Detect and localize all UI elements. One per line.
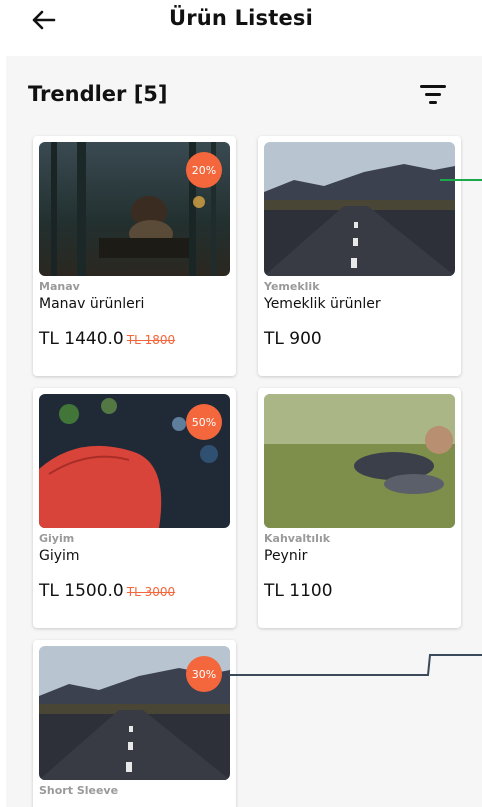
discount-badge: 30% bbox=[186, 656, 222, 692]
product-category: Manav bbox=[39, 280, 80, 293]
filter-icon[interactable] bbox=[418, 82, 448, 108]
page-title: Ürün Listesi bbox=[168, 6, 314, 30]
product-card-kahvaltilik[interactable]: Kahvaltılık Peynir TL 1100 bbox=[258, 388, 461, 628]
product-price: TL 900 bbox=[264, 329, 322, 349]
product-category: Giyim bbox=[39, 532, 75, 545]
product-list-panel: Trendler [5] 20% Manav Manav ürünleri TL… bbox=[6, 56, 482, 807]
current-price: TL 1500.0 bbox=[39, 581, 124, 601]
product-name: Manav ürünleri bbox=[39, 296, 145, 312]
app-bar: Ürün Listesi bbox=[0, 0, 482, 56]
product-price: TL 1440.0 TL 1800 bbox=[39, 329, 175, 349]
product-card-yemeklik[interactable]: Yemeklik Yemeklik ürünler TL 900 bbox=[258, 136, 461, 376]
product-image-road: 30% bbox=[39, 646, 230, 780]
discount-badge: 20% bbox=[186, 152, 222, 188]
annotation-connector-dark bbox=[228, 654, 482, 676]
product-category: Kahvaltılık bbox=[264, 532, 331, 545]
old-price: TL 3000 bbox=[126, 585, 176, 599]
product-card-manav[interactable]: 20% Manav Manav ürünleri TL 1440.0 TL 180… bbox=[33, 136, 236, 376]
product-name: Giyim bbox=[39, 548, 80, 564]
product-category: Yemeklik bbox=[264, 280, 320, 293]
product-image-forest: 20% bbox=[39, 142, 230, 276]
product-image-road bbox=[264, 142, 455, 276]
old-price: TL 1800 bbox=[126, 333, 176, 347]
product-name: Yemeklik ürünler bbox=[264, 296, 381, 312]
discount-badge: 50% bbox=[186, 404, 222, 440]
product-image-umbrella: 50% bbox=[39, 394, 230, 528]
product-card-giyim[interactable]: 50% Giyim Giyim TL 1500.0 TL 3000 bbox=[33, 388, 236, 628]
current-price: TL 1440.0 bbox=[39, 329, 124, 349]
product-card-short-sleeve[interactable]: 30% Short Sleeve bbox=[33, 640, 236, 807]
product-category: Short Sleeve bbox=[39, 784, 119, 797]
product-name: Peynir bbox=[264, 548, 308, 564]
section-title: Trendler [5] bbox=[28, 82, 168, 106]
product-price: TL 1500.0 TL 3000 bbox=[39, 581, 175, 601]
product-image-grass bbox=[264, 394, 455, 528]
product-price: TL 1100 bbox=[264, 581, 333, 601]
annotation-connector-green bbox=[440, 179, 482, 181]
